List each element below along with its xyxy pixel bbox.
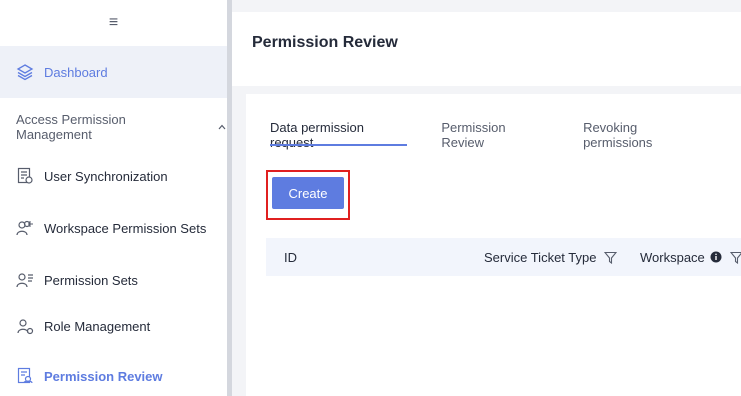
create-button[interactable]: Create (272, 177, 344, 209)
column-header-service-ticket-type: Service Ticket Type (484, 249, 618, 265)
user-sync-icon (16, 167, 34, 185)
tab-revoking-permissions[interactable]: Revoking permissions (583, 120, 707, 156)
sidebar-item-dashboard[interactable]: Dashboard (0, 46, 227, 98)
chevron-up-icon (217, 122, 227, 132)
tab-permission-review[interactable]: Permission Review (441, 120, 549, 156)
sidebar-item-label: Dashboard (44, 64, 108, 80)
column-label: ID (284, 249, 297, 265)
column-label: Workspace (640, 249, 705, 265)
sidebar-group-label: Access Permission Management (16, 112, 126, 142)
column-header-workspace: Workspace (640, 250, 741, 265)
menu-icon: ≡ (108, 14, 119, 31)
tab-label: Revoking permissions (583, 120, 653, 150)
sidebar-item-permission-sets[interactable]: Permission Sets (0, 254, 227, 306)
sidebar-item-label: Permission Review (44, 368, 163, 384)
permission-review-icon (16, 367, 34, 385)
page-header: Permission Review (232, 12, 741, 86)
sidebar-item-label: User Synchronization (44, 168, 168, 184)
table-header-row: ID Service Ticket Type Workspace (266, 238, 741, 276)
info-icon[interactable] (710, 251, 722, 263)
sidebar-item-label: Permission Sets (44, 272, 138, 288)
main-area: Permission Review Data permission reques… (232, 0, 741, 396)
content-panel: Data permission request Permission Revie… (246, 94, 741, 396)
filter-icon[interactable] (729, 251, 741, 264)
tab-data-permission-request[interactable]: Data permission request (270, 120, 408, 156)
sidebar: ≡ Dashboard Access Permission Management… (0, 0, 227, 396)
tab-bar: Data permission request Permission Revie… (270, 120, 741, 156)
sidebar-item-label: Role Management (44, 318, 151, 334)
collapse-menu-button[interactable]: ≡ (0, 0, 227, 46)
sidebar-group-access-permission-management[interactable]: Access Permission Management (0, 104, 227, 150)
column-header-id: ID (284, 250, 297, 265)
role-management-icon (16, 317, 34, 335)
sidebar-item-role-management[interactable]: Role Management (0, 300, 227, 352)
create-button-highlight: Create (266, 170, 350, 220)
sidebar-item-user-synchronization[interactable]: User Synchronization (0, 150, 227, 202)
tab-label: Data permission request (270, 120, 364, 150)
sidebar-item-permission-review[interactable]: Permission Review (0, 350, 227, 396)
filter-icon[interactable] (604, 251, 618, 264)
sidebar-item-label: Workspace Permission Sets (44, 220, 207, 236)
layers-icon (16, 63, 34, 81)
column-label: Service Ticket Type (484, 249, 597, 265)
permission-sets-icon (16, 271, 34, 289)
sidebar-item-workspace-permission-sets[interactable]: Workspace Permission Sets (0, 202, 227, 254)
tab-label: Permission Review (441, 120, 506, 150)
workspace-permission-icon (16, 219, 34, 237)
page-title: Permission Review (252, 34, 398, 51)
